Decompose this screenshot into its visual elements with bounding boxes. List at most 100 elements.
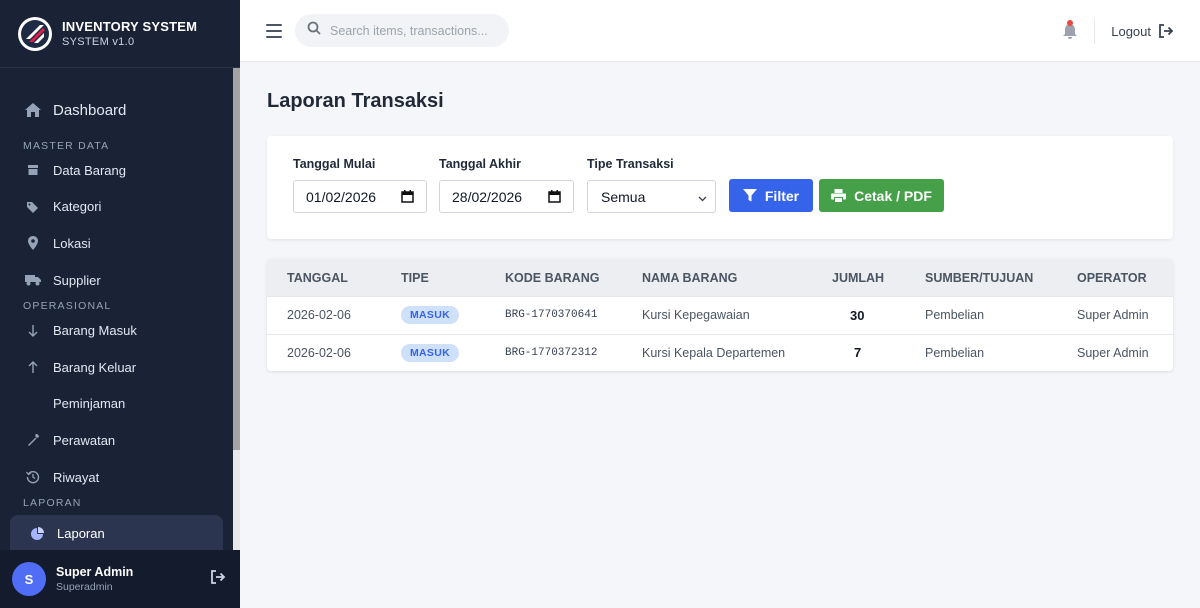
- cell-operator: Super Admin: [1077, 308, 1149, 323]
- print-pdf-button[interactable]: Cetak / PDF: [819, 179, 944, 212]
- column-header-nama-barang[interactable]: NAMA BARANG: [642, 271, 737, 285]
- brand-logo-icon: [18, 16, 52, 51]
- sidebar-item-barang-keluar[interactable]: Barang Keluar: [0, 349, 233, 386]
- pie-chart-icon: [28, 525, 46, 543]
- user-role: Superadmin: [56, 581, 113, 593]
- cell-tipe: MASUK: [401, 343, 459, 362]
- tags-icon: [24, 198, 42, 216]
- sign-out-icon: [1158, 24, 1174, 38]
- end-date-value: 28/02/2026: [452, 188, 523, 205]
- print-icon: [831, 188, 847, 203]
- column-header-sumber-tujuan[interactable]: SUMBER/TUJUAN: [925, 271, 1033, 285]
- cell-nama-barang: Kursi Kepala Departemen: [642, 345, 786, 360]
- sidebar-nav: Dashboard MASTER DATA Data Barang Katego…: [0, 68, 233, 550]
- truck-icon: [24, 271, 42, 289]
- table-row[interactable]: 2026-02-06 MASUK BRG-1770372312 Kursi Ke…: [267, 333, 1173, 372]
- sidebar-item-label: Perawatan: [53, 432, 116, 448]
- user-name: Super Admin: [56, 565, 134, 579]
- sidebar-item-label: Supplier: [53, 272, 101, 288]
- cell-operator: Super Admin: [1077, 345, 1149, 360]
- brand-subtitle: SYSTEM v1.0: [62, 36, 135, 48]
- topbar: Logout: [240, 0, 1200, 62]
- column-header-tanggal[interactable]: TANGGAL: [287, 271, 348, 285]
- start-date-label: Tanggal Mulai: [293, 157, 376, 171]
- sidebar-item-lokasi[interactable]: Lokasi: [0, 225, 233, 262]
- logout-button[interactable]: Logout: [1111, 24, 1174, 39]
- start-date-field: Tanggal Mulai 01/02/2026: [293, 157, 427, 213]
- map-pin-icon: [24, 234, 42, 252]
- sidebar-item-label: Peminjaman: [53, 396, 126, 412]
- cell-tanggal: 2026-02-06: [287, 308, 351, 323]
- filter-button-label: Filter: [764, 187, 800, 204]
- brand[interactable]: INVENTORY SYSTEM SYSTEM v1.0: [0, 0, 240, 68]
- end-date-input[interactable]: 28/02/2026: [439, 180, 574, 213]
- arrow-down-icon: [24, 322, 42, 340]
- table-row[interactable]: 2026-02-06 MASUK BRG-1770370641 Kursi Ke…: [267, 296, 1173, 334]
- transaction-type-select[interactable]: Semua: [587, 180, 716, 213]
- cell-sumber-tujuan: Pembelian: [925, 308, 985, 323]
- filter-icon: [742, 189, 757, 202]
- cell-jumlah: 7: [854, 345, 862, 361]
- sidebar-item-data-barang[interactable]: Data Barang: [0, 152, 233, 189]
- bell-icon[interactable]: [1062, 20, 1078, 40]
- cell-sumber-tujuan: Pembelian: [925, 345, 985, 360]
- box-icon: [24, 161, 42, 179]
- column-header-tipe[interactable]: TIPE: [401, 271, 429, 285]
- section-master-data: MASTER DATA: [23, 140, 110, 152]
- wrench-icon: [24, 431, 42, 449]
- column-header-kode-barang[interactable]: KODE BARANG: [505, 271, 599, 285]
- sidebar-scroll-thumb[interactable]: [233, 68, 240, 450]
- avatar[interactable]: S: [12, 562, 46, 596]
- sidebar-item-peminjaman[interactable]: Peminjaman: [0, 386, 233, 423]
- sidebar-item-laporan[interactable]: Laporan: [10, 515, 223, 550]
- sidebar-item-perawatan[interactable]: Perawatan: [0, 422, 233, 459]
- cell-kode-barang: BRG-1770372312: [505, 346, 598, 359]
- filter-card: Tanggal Mulai 01/02/2026 Tanggal Akhir 2…: [267, 136, 1173, 239]
- start-date-value: 01/02/2026: [306, 188, 377, 205]
- sidebar-item-barang-masuk[interactable]: Barang Masuk: [0, 312, 233, 349]
- calendar-icon[interactable]: [401, 190, 414, 203]
- menu-icon[interactable]: [266, 23, 282, 38]
- status-badge: MASUK: [401, 343, 459, 362]
- column-header-operator[interactable]: OPERATOR: [1077, 271, 1147, 285]
- cell-tipe: MASUK: [401, 306, 459, 325]
- calendar-icon[interactable]: [548, 190, 561, 203]
- search-input[interactable]: [330, 23, 500, 38]
- cell-kode-barang: BRG-1770370641: [505, 309, 598, 322]
- end-date-field: Tanggal Akhir 28/02/2026: [439, 157, 574, 213]
- sidebar-item-riwayat[interactable]: Riwayat: [0, 459, 233, 496]
- search-icon: [307, 21, 321, 40]
- logout-label: Logout: [1111, 23, 1151, 39]
- sidebar-item-supplier[interactable]: Supplier: [0, 262, 233, 299]
- topbar-divider: [1094, 18, 1096, 44]
- sidebar-item-kategori[interactable]: Kategori: [0, 189, 233, 226]
- sidebar: INVENTORY SYSTEM SYSTEM v1.0 Dashboard M…: [0, 0, 240, 608]
- filter-button[interactable]: Filter: [729, 179, 813, 212]
- handshake-icon: [24, 395, 42, 413]
- home-icon: [24, 101, 42, 119]
- sidebar-item-label: Barang Masuk: [53, 323, 137, 339]
- sidebar-item-label: Riwayat: [53, 469, 100, 485]
- sidebar-item-label: Kategori: [53, 199, 102, 215]
- user-panel: S Super Admin Superadmin: [0, 550, 240, 608]
- search-box[interactable]: [295, 14, 509, 47]
- cell-nama-barang: Kursi Kepegawaian: [642, 308, 750, 323]
- transactions-table: TANGGAL TIPE KODE BARANG NAMA BARANG JUM…: [267, 259, 1173, 371]
- chevron-down-icon: [698, 189, 707, 205]
- end-date-label: Tanggal Akhir: [439, 157, 521, 171]
- section-operasional: OPERASIONAL: [23, 300, 112, 313]
- section-laporan: LAPORAN: [23, 497, 82, 510]
- start-date-input[interactable]: 01/02/2026: [293, 180, 427, 213]
- sign-out-icon[interactable]: [210, 570, 228, 588]
- cell-tanggal: 2026-02-06: [287, 345, 351, 360]
- status-badge: MASUK: [401, 306, 459, 325]
- brand-title: INVENTORY SYSTEM: [62, 19, 198, 34]
- page-title: Laporan Transaksi: [267, 90, 444, 112]
- sidebar-item-label: Data Barang: [53, 162, 126, 178]
- sidebar-item-label: Lokasi: [53, 235, 91, 251]
- column-header-jumlah[interactable]: JUMLAH: [832, 271, 884, 285]
- sidebar-scrollbar[interactable]: [233, 68, 240, 550]
- history-icon: [24, 468, 42, 486]
- cell-jumlah: 30: [850, 307, 865, 323]
- sidebar-item-dashboard[interactable]: Dashboard: [0, 88, 233, 132]
